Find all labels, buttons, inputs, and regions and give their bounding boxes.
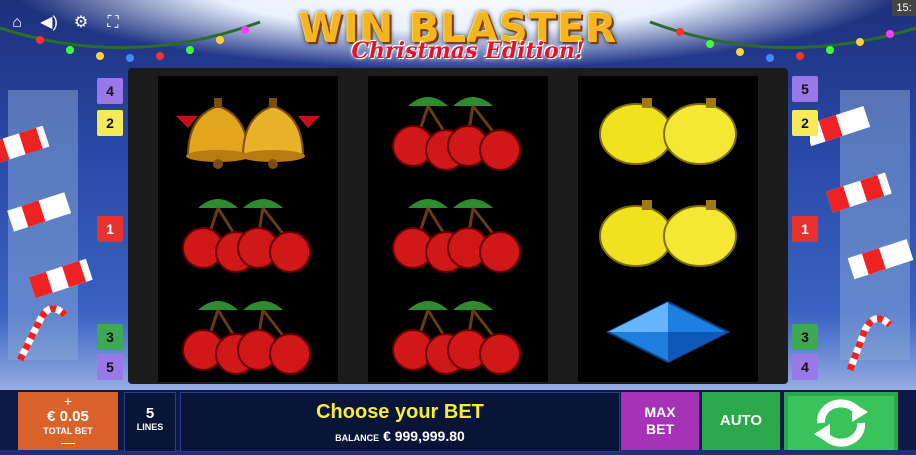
reel-2 xyxy=(368,76,548,382)
lines-value: 5 xyxy=(145,405,155,422)
cherries-icon xyxy=(392,97,521,171)
reel-3 xyxy=(578,76,758,382)
bet-decrease-button[interactable]: — xyxy=(18,435,118,449)
spin-button-face xyxy=(788,396,894,450)
game-logo: WIN BLASTER Christmas Edition! xyxy=(268,8,648,68)
balance-label: BALANCE xyxy=(335,433,380,443)
max-bet-line1: MAX xyxy=(644,404,676,420)
total-bet-value: € 0.05 xyxy=(47,408,89,425)
payline-left-1[interactable]: 1 xyxy=(97,216,123,242)
diamond-icon xyxy=(605,300,731,364)
lines-display[interactable]: 5 LINES xyxy=(124,392,176,452)
bet-increase-button[interactable]: + xyxy=(18,394,118,408)
payline-right-1[interactable]: 1 xyxy=(792,216,818,242)
diamond-symbol xyxy=(578,280,758,382)
candy-cane-decoration-right xyxy=(810,90,914,372)
cherries-symbol xyxy=(368,76,548,178)
spin-button[interactable] xyxy=(784,392,898,450)
max-bet-button[interactable]: MAX BET xyxy=(621,392,699,450)
lemons-icon xyxy=(599,98,737,165)
fullscreen-icon[interactable]: ⛶ xyxy=(102,14,124,32)
auto-play-button[interactable]: AUTO xyxy=(702,392,780,450)
logo-subtitle: Christmas Edition! xyxy=(351,38,585,64)
payline-left-4[interactable]: 4 xyxy=(97,78,123,104)
payline-right-2[interactable]: 2 xyxy=(792,110,818,136)
cherries-icon xyxy=(182,199,311,273)
bells-symbol xyxy=(158,76,338,178)
lemons-symbol xyxy=(578,76,758,178)
status-message: Choose your BET xyxy=(316,401,484,423)
lemons-symbol xyxy=(578,178,758,280)
payline-right-4[interactable]: 4 xyxy=(792,354,818,380)
cherries-icon xyxy=(392,301,521,375)
cherries-icon xyxy=(182,301,311,375)
payline-right-3[interactable]: 3 xyxy=(792,324,818,350)
total-bet-control: + € 0.05 TOTAL BET — xyxy=(18,392,118,450)
cherries-symbol xyxy=(368,280,548,382)
bells-icon xyxy=(176,98,320,169)
max-bet-line2: BET xyxy=(646,421,674,437)
reel-1 xyxy=(158,76,338,382)
payline-left-3[interactable]: 3 xyxy=(97,324,123,350)
reels-area xyxy=(128,68,788,384)
cherries-symbol xyxy=(368,178,548,280)
clock: 15: xyxy=(892,0,916,16)
message-panel: Choose your BET BALANCE € 999,999.80 xyxy=(180,392,620,452)
home-icon[interactable]: ⌂ xyxy=(6,14,28,32)
payline-left-2[interactable]: 2 xyxy=(97,110,123,136)
balance-display: BALANCE € 999,999.80 xyxy=(181,428,619,444)
candy-cane-decoration-left xyxy=(0,90,93,362)
balance-value: € 999,999.80 xyxy=(383,428,465,444)
payline-left-5[interactable]: 5 xyxy=(97,354,123,380)
payline-right-5[interactable]: 5 xyxy=(792,76,818,102)
spin-arrows-icon xyxy=(814,399,868,447)
cherries-icon xyxy=(392,199,521,273)
top-toolbar: ⌂ ◀) ⚙ ⛶ xyxy=(6,14,124,32)
settings-icon[interactable]: ⚙ xyxy=(70,14,92,32)
lines-label: LINES xyxy=(136,422,164,432)
cherries-symbol xyxy=(158,178,338,280)
sound-icon[interactable]: ◀) xyxy=(38,14,60,32)
cherries-symbol xyxy=(158,280,338,382)
lemons-icon xyxy=(599,200,737,267)
